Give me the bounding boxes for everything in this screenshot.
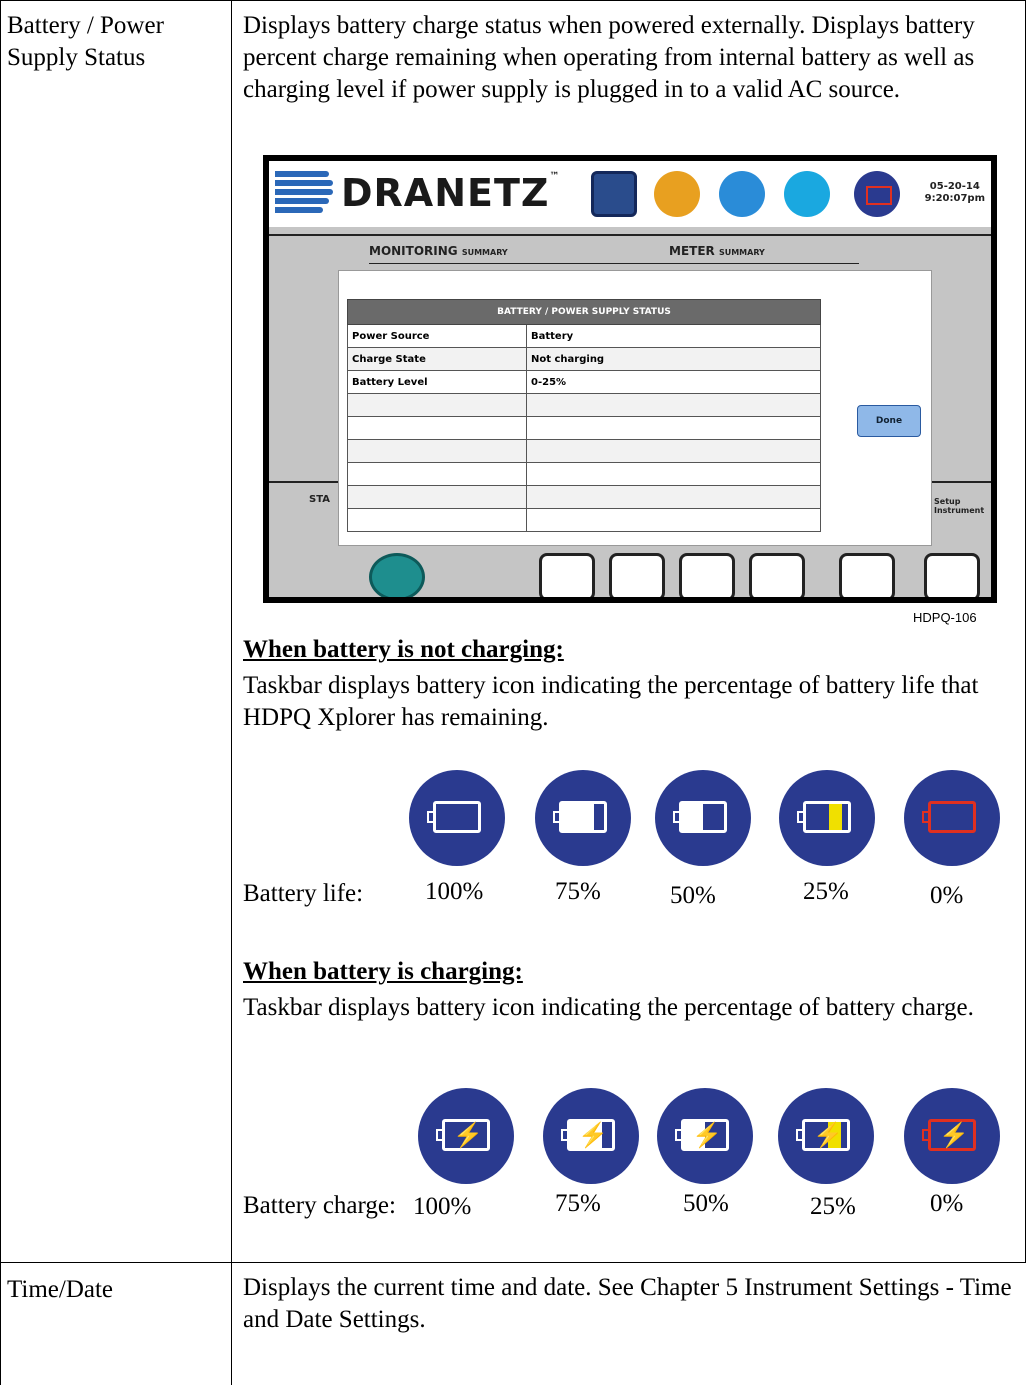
wifi-icon[interactable] (784, 171, 830, 217)
battery-status-dialog: BATTERY / POWER SUPPLY STATUS Power Sour… (339, 271, 931, 545)
taskbar: DRANETZ™ 05-20-14 9:20:07pm (269, 161, 991, 227)
sta-label: STA (309, 494, 330, 505)
not-charging-text: Taskbar displays battery icon indicating… (243, 672, 979, 731)
wrench-icon[interactable] (924, 553, 980, 597)
table-row: Power Source Battery (347, 324, 821, 348)
figure-id: HDPQ-106 (913, 610, 977, 625)
battery-charge-100: 100% (413, 1193, 472, 1220)
device-screenshot: DRANETZ™ 05-20-14 9:20:07pm MONITORING SU… (263, 155, 997, 603)
table-row (347, 485, 821, 509)
start-button[interactable] (369, 553, 425, 597)
lightning-bolt-icon: ⚡ (692, 1123, 722, 1149)
not-charging-heading: When battery is not charging: (243, 636, 564, 663)
battery-icon-1 (535, 770, 631, 866)
table-row (347, 416, 821, 440)
battery-life-label: Battery life: (243, 880, 364, 907)
battery-life-50: 50% (670, 882, 716, 909)
battery-life-25: 25% (803, 878, 849, 905)
table-row (347, 393, 821, 417)
row-label-time-date: Time/Date (7, 1276, 114, 1303)
row-description-time-date: Displays the current time and date. See … (243, 1274, 1012, 1333)
battery-status-icon[interactable] (854, 171, 900, 217)
table-row (347, 462, 821, 486)
battery-icon-3 (779, 770, 875, 866)
summary-divider (269, 234, 991, 236)
phasor-icon[interactable] (749, 553, 805, 597)
table-row: Battery Level 0-25% (347, 370, 821, 394)
battery-charging-icon-2: ⚡ (657, 1088, 753, 1184)
summary-underline (369, 263, 859, 264)
battery-life-0: 0% (930, 882, 964, 909)
taskbar-datetime: 05-20-14 9:20:07pm (924, 181, 985, 204)
harmonics-icon[interactable] (679, 553, 735, 597)
battery-icon-0 (409, 770, 505, 866)
dialog-title: BATTERY / POWER SUPPLY STATUS (347, 299, 821, 325)
camera-icon[interactable] (654, 171, 700, 217)
row-description-battery: Displays battery charge status when powe… (243, 12, 975, 103)
device-screen: DRANETZ™ 05-20-14 9:20:07pm MONITORING SU… (269, 161, 991, 597)
battery-charge-25: 25% (810, 1193, 856, 1220)
battery-life-75: 75% (555, 878, 601, 905)
battery-charge-75: 75% (555, 1190, 601, 1217)
dranetz-logo-text: DRANETZ™ (341, 171, 561, 215)
monitoring-summary-label: MONITORING SUMMARY (369, 244, 508, 258)
table-row (347, 439, 821, 463)
battery-charging-icon-3: ⚡ (778, 1088, 874, 1184)
row-label-battery: Battery / Power Supply Status (7, 12, 164, 71)
battery-charging-icon-4: ⚡ (904, 1088, 1000, 1184)
battery-life-100: 100% (425, 878, 484, 905)
lightning-bolt-icon: ⚡ (939, 1123, 969, 1149)
battery-status-table: BATTERY / POWER SUPPLY STATUS Power Sour… (347, 299, 821, 532)
view-icon[interactable] (839, 553, 895, 597)
gauge-icon[interactable] (609, 553, 665, 597)
battery-icon-2 (655, 770, 751, 866)
table-row-divider (0, 1262, 1026, 1263)
battery-charging-icon-0: ⚡ (418, 1088, 514, 1184)
lightning-bolt-icon: ⚡ (813, 1123, 843, 1149)
document-icon[interactable] (719, 171, 765, 217)
battery-charge-0: 0% (930, 1190, 964, 1217)
dranetz-logo-mark (275, 171, 333, 215)
battery-charge-50: 50% (683, 1190, 729, 1217)
table-left-border (0, 0, 1, 1385)
table-row (347, 508, 821, 532)
battery-icon-4 (904, 770, 1000, 866)
charging-heading: When battery is charging: (243, 958, 523, 985)
battery-charge-label: Battery charge: (243, 1192, 396, 1219)
done-button[interactable]: Done (857, 405, 921, 437)
meter-summary-label: METER SUMMARY (669, 244, 765, 258)
table-top-border (0, 0, 1026, 1)
charging-text: Taskbar displays battery icon indicating… (243, 994, 974, 1021)
waveform-icon[interactable] (539, 553, 595, 597)
table-row: Charge State Not charging (347, 347, 821, 371)
lightning-bolt-icon: ⚡ (453, 1123, 483, 1149)
lightning-bolt-icon: ⚡ (578, 1123, 608, 1149)
battery-charging-icon-1: ⚡ (543, 1088, 639, 1184)
table-column-divider (231, 0, 232, 1385)
setup-instrument-label: Setup Instrument (934, 497, 985, 515)
screen-icon[interactable] (591, 171, 637, 217)
